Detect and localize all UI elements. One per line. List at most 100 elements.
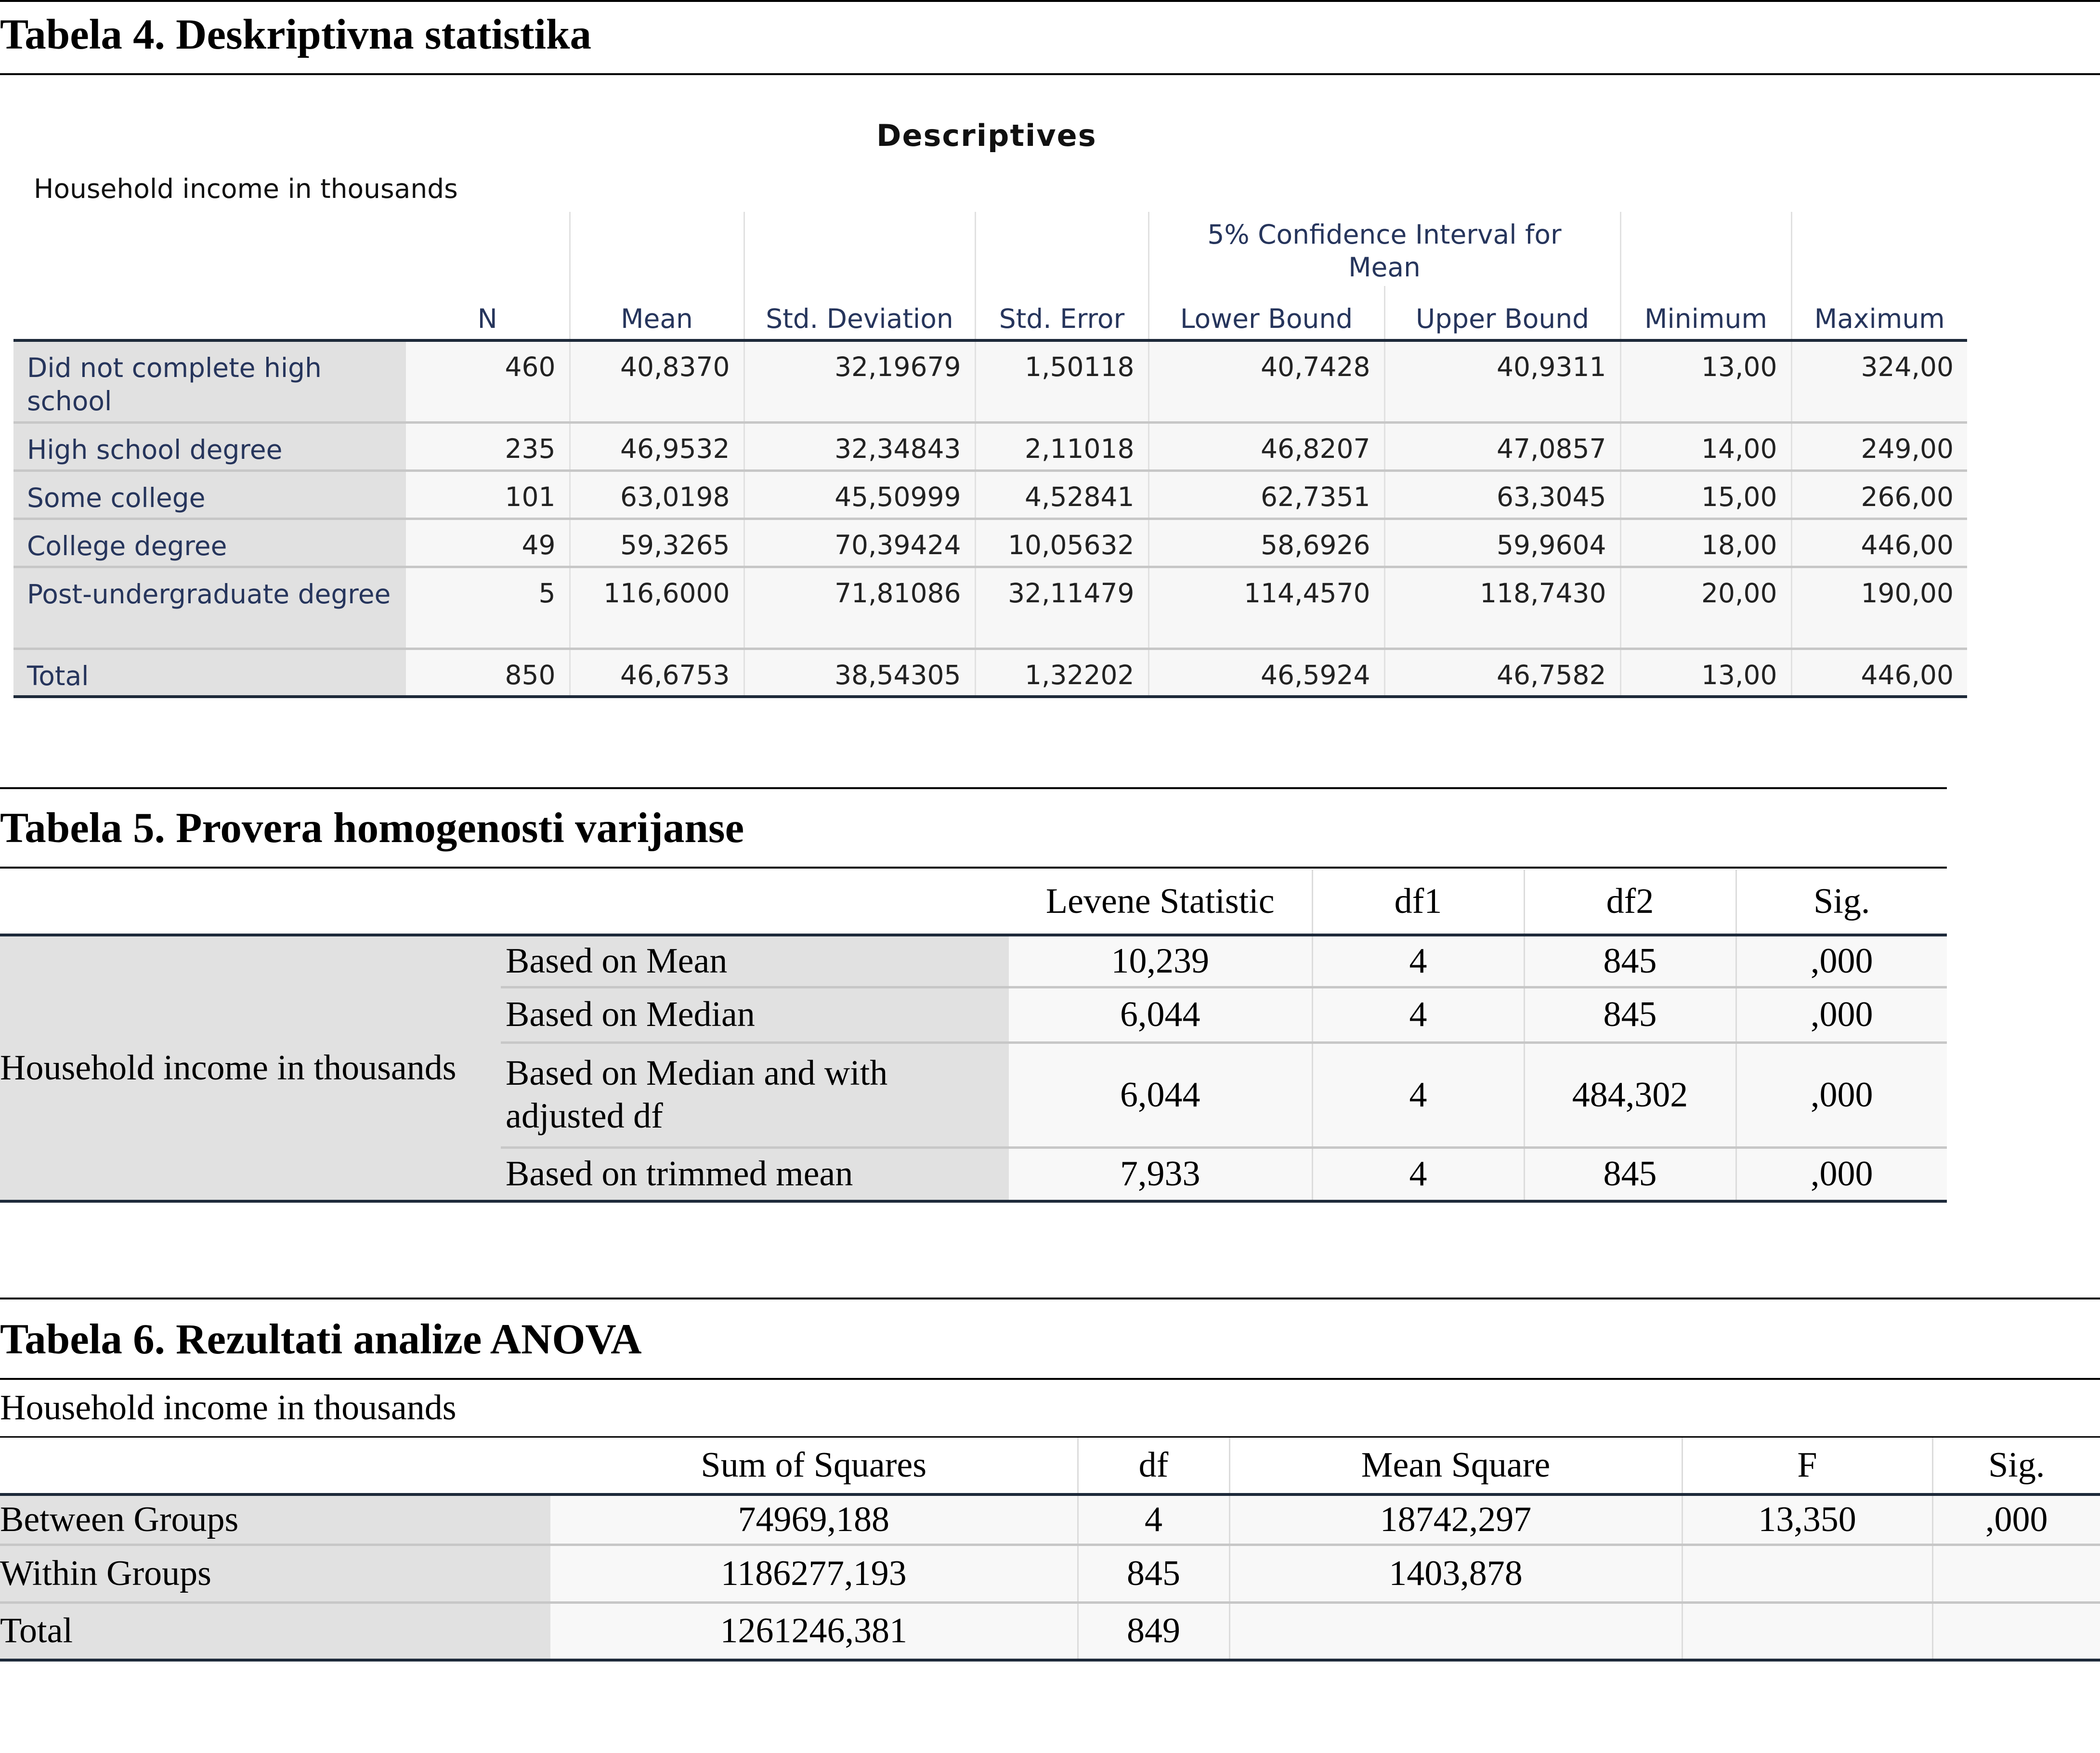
col-df1-header: df1: [1311, 870, 1524, 936]
cell-value: 101: [406, 469, 570, 519]
table-row: College degree 49 59,3265 70,39424 10,05…: [13, 517, 1967, 567]
cell-value: 63,3045: [1383, 469, 1620, 519]
col-std-error-spacer: [974, 212, 1148, 286]
table-row: Between Groups 74969,188 4 18742,297 13,…: [0, 1494, 2100, 1546]
cell-value: 116,6000: [569, 565, 744, 649]
cell-value: 70,39424: [743, 517, 975, 567]
col-maximum-header: Maximum: [1790, 286, 1967, 340]
table6-caption: Tabela 6. Rezultati analize ANOVA: [0, 1316, 642, 1363]
col-f-header: F: [1681, 1438, 1932, 1496]
cell-value: 845: [1523, 987, 1736, 1044]
cell-value: 71,81086: [743, 565, 975, 649]
row-label: Did not complete high school: [13, 339, 406, 422]
cell-value: 5: [406, 565, 570, 649]
cell-value: ,000: [1735, 935, 1947, 988]
cell-value: 10,05632: [974, 517, 1148, 567]
table-row: Some college 101 63,0198 45,50999 4,5284…: [13, 469, 1967, 519]
cell-value: 7,933: [1009, 1147, 1312, 1203]
col-n-header: N: [477, 303, 497, 334]
table6-top-rule: [0, 1298, 2100, 1299]
cell-value: [1931, 1602, 2100, 1662]
row-label: Some college: [13, 469, 406, 519]
cell-value: 18,00: [1619, 517, 1791, 567]
table-row: Post-undergraduate degree 5 116,6000 71,…: [13, 565, 1967, 649]
descriptives-title: Descriptives: [876, 118, 1097, 153]
cell-value: 1,50118: [974, 339, 1148, 422]
col-lower-bound-header: Lower Bound: [1148, 286, 1384, 340]
cell-value: 32,19679: [743, 339, 975, 422]
anova-subtitle: Household income in thousands: [0, 1388, 457, 1428]
table5-caption: Tabela 5. Provera homogenosti varijanse: [0, 805, 744, 852]
cell-value: ,000: [1735, 1147, 1947, 1203]
table4-caption: Tabela 4. Deskriptivna statistika: [0, 11, 592, 58]
col-levene-statistic-header: Levene Statistic: [1009, 870, 1312, 936]
row-label: Based on Median and with adjusted df: [501, 1042, 1009, 1149]
descriptives-subtitle: Household income in thousands: [34, 173, 458, 204]
cell-value: 10,239: [1009, 935, 1312, 988]
col-sig-header: Sig.: [1735, 870, 1947, 936]
cell-value: [1228, 1602, 1682, 1662]
cell-value: 6,044: [1009, 1042, 1312, 1149]
cell-value: 849: [1077, 1602, 1229, 1662]
cell-value: 14,00: [1619, 421, 1791, 470]
cell-value: 2,11018: [974, 421, 1148, 470]
row-label: Post-undergraduate degree: [13, 565, 406, 649]
table-row: Within Groups 1186277,193 845 1403,878: [0, 1545, 2100, 1604]
cell-value: 59,9604: [1383, 517, 1620, 567]
col-upper-bound-header: Upper Bound: [1383, 286, 1620, 340]
cell-value: 20,00: [1619, 565, 1791, 649]
cell-value: 46,5924: [1148, 647, 1384, 698]
descriptives-table: 5% Confidence Interval for Mean N Mean S…: [13, 212, 1967, 698]
cell-value: 6,044: [1009, 987, 1312, 1044]
cell-value: 63,0198: [569, 469, 744, 519]
cell-value: [1681, 1602, 1932, 1662]
col-df2-header: df2: [1523, 870, 1736, 936]
cell-value: 40,9311: [1383, 339, 1620, 422]
cell-value: 1186277,193: [550, 1545, 1078, 1604]
row-label: Total: [0, 1602, 550, 1662]
cell-value: 13,00: [1619, 647, 1791, 698]
col-maximum-spacer: [1790, 212, 1967, 286]
cell-value: 32,34843: [743, 421, 975, 470]
header-corner: [13, 212, 406, 286]
row-label: Based on Median: [501, 987, 1009, 1044]
cell-value: 845: [1523, 935, 1736, 988]
col-std-dev-spacer: [743, 212, 975, 286]
cell-value: 59,3265: [569, 517, 744, 567]
row-label: Total: [13, 647, 406, 698]
cell-value: 46,8207: [1148, 421, 1384, 470]
cell-value: ,000: [1735, 1042, 1947, 1149]
cell-value: 1403,878: [1228, 1545, 1682, 1604]
col-std-error-header: Std. Error: [974, 286, 1148, 340]
col-minimum-spacer: [1619, 212, 1791, 286]
cell-value: 460: [406, 339, 570, 422]
cell-value: 13,00: [1619, 339, 1791, 422]
cell-value: 45,50999: [743, 469, 975, 519]
cell-value: 18742,297: [1228, 1494, 1682, 1546]
table-row-total: Total 1261246,381 849: [0, 1602, 2100, 1662]
cell-value: [1931, 1545, 2100, 1604]
cell-value: 324,00: [1790, 339, 1967, 422]
cell-value: 4: [1311, 1147, 1524, 1203]
col-sig-header: Sig.: [1931, 1438, 2100, 1496]
col-minimum-header: Minimum: [1619, 286, 1791, 340]
cell-value: 4: [1311, 1042, 1524, 1149]
cell-value: 1261246,381: [550, 1602, 1078, 1662]
cell-value: 114,4570: [1148, 565, 1384, 649]
anova-table: Sum of Squares df Mean Square F Sig. Bet…: [0, 1438, 2100, 1662]
row-label: College degree: [13, 517, 406, 567]
col-mean-spacer: [569, 212, 744, 286]
cell-value: 446,00: [1790, 517, 1967, 567]
cell-value: 845: [1077, 1545, 1229, 1604]
col-n-spacer: [406, 212, 570, 286]
cell-value: [1681, 1545, 1932, 1604]
cell-value: 190,00: [1790, 565, 1967, 649]
table4-caption-rule: [0, 73, 2100, 75]
table-row: Did not complete high school 460 40,8370…: [13, 339, 1967, 422]
cell-value: 15,00: [1619, 469, 1791, 519]
cell-value: 235: [406, 421, 570, 470]
levene-group-label: Household income in thousands: [0, 935, 501, 1203]
col-df-header: df: [1077, 1438, 1229, 1496]
cell-value: ,000: [1735, 987, 1947, 1044]
cell-value: 446,00: [1790, 647, 1967, 698]
